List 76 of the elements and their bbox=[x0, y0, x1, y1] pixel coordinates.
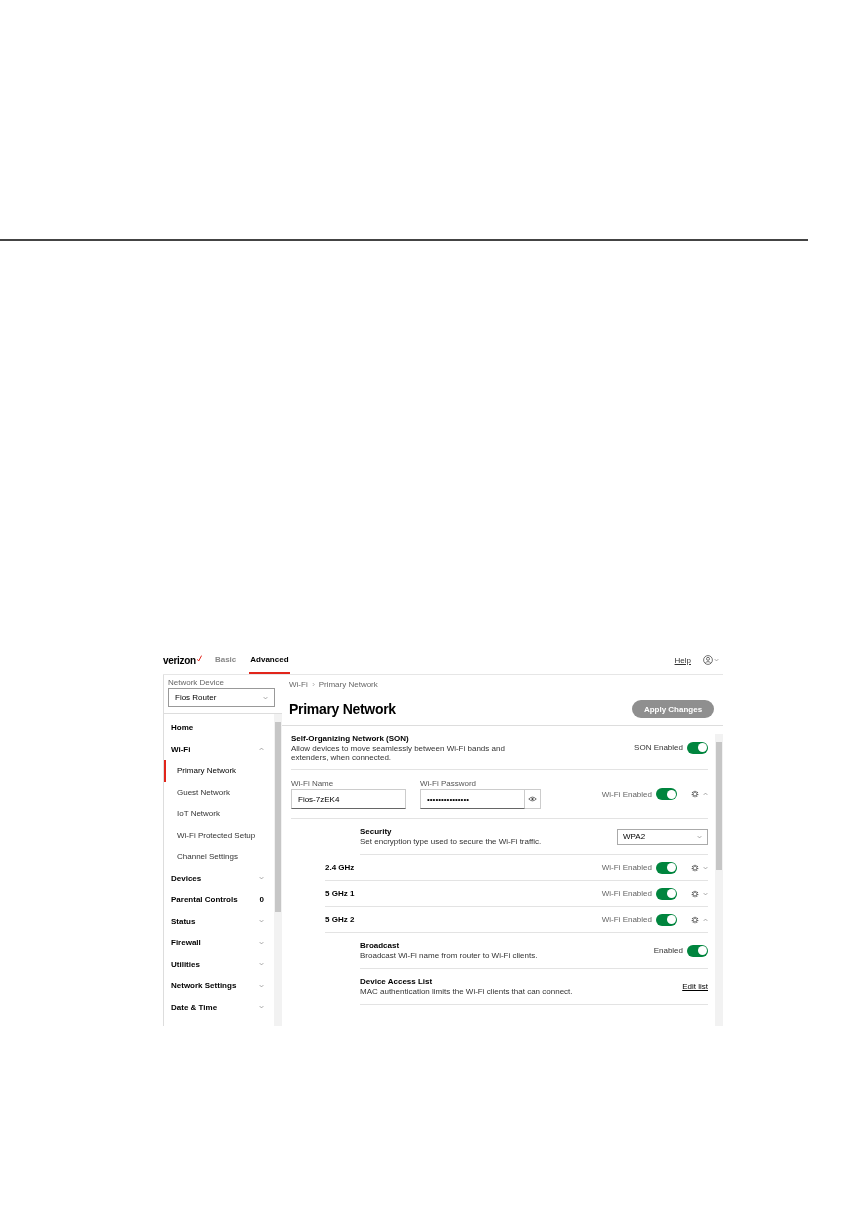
toggle-switch[interactable] bbox=[656, 788, 677, 800]
settings-icon[interactable] bbox=[691, 915, 699, 924]
caret-icon[interactable] bbox=[714, 658, 719, 662]
caret-icon[interactable] bbox=[259, 962, 264, 967]
toggle-label: Enabled bbox=[653, 946, 683, 955]
field-label: Wi-Fi Password bbox=[420, 779, 477, 788]
help-link[interactable]: Help bbox=[674, 655, 691, 665]
sidebar-item[interactable]: Wi-Fi bbox=[164, 738, 274, 760]
count-label: 0 bbox=[259, 895, 264, 905]
caret-icon[interactable] bbox=[703, 891, 708, 896]
toggle-switch[interactable] bbox=[656, 887, 677, 900]
sidebar-item[interactable]: Firewall bbox=[164, 932, 274, 954]
scrollbar[interactable] bbox=[274, 714, 282, 1026]
section-description: Set encryption type used to secure the Wi-Fi traffic. bbox=[360, 837, 542, 846]
caret-icon[interactable] bbox=[697, 834, 702, 839]
section-title: Self-Organizing Network (SON) bbox=[291, 733, 410, 743]
toggle-label: Wi-Fi Enabled bbox=[601, 889, 652, 898]
sidebar-subitem[interactable]: Guest Network bbox=[164, 781, 274, 803]
toggle-label: Wi-Fi Enabled bbox=[601, 863, 652, 872]
breadcrumb-link[interactable]: Primary Network bbox=[318, 680, 378, 689]
caret-icon[interactable] bbox=[703, 792, 708, 796]
breadcrumb-link[interactable]: Wi-Fi bbox=[289, 680, 308, 689]
settings-icon[interactable] bbox=[691, 863, 699, 872]
nav-tab[interactable]: Basic bbox=[213, 646, 238, 674]
caret-icon[interactable] bbox=[259, 1005, 264, 1010]
toggle-switch[interactable] bbox=[687, 944, 708, 957]
sidebar-item[interactable]: Home bbox=[164, 717, 274, 739]
section-description: Allow devices to move seamlessly between Wi-Fi bands and extenders, when connected. bbox=[291, 743, 506, 762]
security-dropdown[interactable]: WPA2 bbox=[617, 828, 708, 845]
wifi-name-field[interactable]: Fios-7zEK4 bbox=[291, 789, 406, 809]
caret-icon[interactable] bbox=[259, 940, 264, 945]
sidebar-subitem[interactable]: Channel Settings bbox=[164, 846, 274, 868]
sidebar-item[interactable]: Devices bbox=[164, 867, 274, 889]
check-icon bbox=[196, 654, 202, 662]
password-field[interactable]: ••••••••••••••• bbox=[420, 789, 525, 809]
toggle-label: Wi-Fi Enabled bbox=[601, 915, 652, 924]
band-name: 5 GHz 1 bbox=[325, 889, 355, 898]
toggle-switch[interactable] bbox=[656, 861, 677, 874]
toggle-label: SON Enabled bbox=[634, 743, 683, 752]
page-title: Primary Network bbox=[289, 701, 396, 717]
section-title: Security bbox=[360, 827, 393, 836]
sidebar-item[interactable]: Date & Time bbox=[164, 996, 274, 1018]
caret-icon[interactable] bbox=[259, 919, 264, 924]
band-name: 2.4 GHz bbox=[325, 863, 355, 872]
eye-icon[interactable] bbox=[528, 796, 537, 802]
sidebar-item[interactable]: Parental Controls 0 bbox=[164, 889, 274, 911]
scrollbar[interactable] bbox=[715, 734, 723, 1026]
settings-icon[interactable] bbox=[691, 889, 699, 898]
nav-tab[interactable]: Advanced bbox=[249, 646, 290, 674]
setting-description: MAC authentication limits the Wi-Fi clients that can connect. bbox=[360, 987, 573, 996]
field-label: Wi-Fi Name bbox=[291, 779, 335, 788]
chevron-icon bbox=[311, 682, 315, 687]
setting-title: Broadcast bbox=[360, 941, 401, 950]
sidebar-item[interactable]: Utilities bbox=[164, 953, 274, 975]
user-icon[interactable] bbox=[703, 655, 713, 665]
sidebar-subitem[interactable]: IoT Network bbox=[164, 803, 274, 825]
caret-icon[interactable] bbox=[259, 983, 264, 988]
edit-list-link[interactable]: Edit list bbox=[682, 982, 708, 991]
device-dropdown[interactable]: Fios Router bbox=[168, 688, 275, 707]
toggle-switch[interactable] bbox=[656, 913, 677, 926]
logo: verizon bbox=[163, 654, 196, 666]
caret-icon[interactable] bbox=[263, 695, 268, 700]
settings-icon[interactable] bbox=[691, 790, 699, 798]
setting-description: Broadcast Wi-Fi name from router to Wi-Fi clients. bbox=[360, 951, 538, 960]
caret-icon[interactable] bbox=[259, 747, 264, 752]
caret-icon[interactable] bbox=[259, 876, 264, 881]
setting-title: Device Access List bbox=[360, 977, 434, 986]
field-label: Network Device bbox=[168, 678, 225, 687]
toggle-label: Wi-Fi Enabled bbox=[601, 789, 652, 799]
caret-icon[interactable] bbox=[703, 917, 708, 922]
band-name: 5 GHz 2 bbox=[325, 915, 355, 924]
caret-icon[interactable] bbox=[703, 865, 708, 870]
sidebar-item[interactable]: Status bbox=[164, 910, 274, 932]
sidebar-item[interactable]: Network Settings bbox=[164, 975, 274, 997]
toggle-switch[interactable] bbox=[687, 741, 708, 754]
sidebar-subitem[interactable]: Wi-Fi Protected Setup bbox=[164, 824, 274, 846]
